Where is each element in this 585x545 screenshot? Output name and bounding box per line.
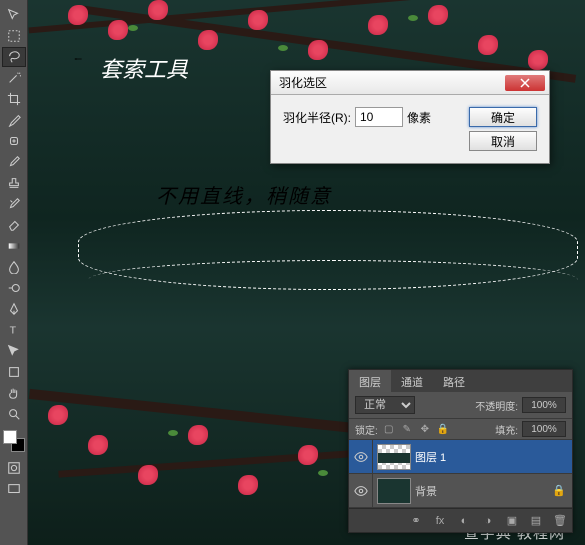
marquee-tool[interactable] [2, 26, 26, 46]
wand-tool[interactable] [2, 68, 26, 88]
tab-channels[interactable]: 通道 [391, 370, 433, 392]
lock-label: 锁定: [355, 422, 378, 437]
visibility-toggle[interactable] [349, 440, 373, 473]
instruction-text: 不用直线，稍随意 [156, 180, 332, 209]
panel-tabs: 图层 通道 路径 [349, 370, 572, 392]
layer-thumbnail[interactable] [377, 478, 411, 504]
panel-footer: ⚭ fx ◐ ◑ ▣ ▤ 🗑 [349, 508, 572, 532]
foreground-color[interactable] [3, 430, 17, 444]
lock-position-icon[interactable]: ✥ [418, 422, 432, 436]
layer-name: 背景 [415, 483, 437, 499]
cancel-button[interactable]: 取消 [469, 131, 537, 151]
type-tool[interactable]: T [2, 320, 26, 340]
dialog-title-text: 羽化选区 [279, 74, 327, 91]
tab-paths[interactable]: 路径 [433, 370, 475, 392]
layers-panel: 图层 通道 路径 正常 不透明度: 100% 锁定: ▢ ✎ ✥ 🔒 填充: 1… [348, 369, 573, 533]
stamp-tool[interactable] [2, 173, 26, 193]
blend-mode-select[interactable]: 正常 [355, 396, 415, 414]
healing-tool[interactable] [2, 131, 26, 151]
eraser-tool[interactable] [2, 215, 26, 235]
color-swatches[interactable] [3, 430, 25, 452]
opacity-value[interactable]: 100% [522, 397, 566, 413]
radius-unit: 像素 [407, 109, 431, 126]
lasso-tool[interactable] [2, 47, 26, 67]
tab-layers[interactable]: 图层 [349, 370, 391, 392]
tool-palette: T [0, 0, 28, 545]
dodge-tool[interactable] [2, 278, 26, 298]
layer-row[interactable]: 图层 1 [349, 440, 572, 474]
path-tool[interactable] [2, 341, 26, 361]
lock-pixels-icon[interactable]: ✎ [400, 422, 414, 436]
radius-input[interactable] [355, 107, 403, 127]
radius-label: 羽化半径(R): [283, 109, 351, 126]
fill-label: 填充: [495, 422, 518, 437]
fill-value[interactable]: 100% [522, 421, 566, 437]
dialog-titlebar[interactable]: 羽化选区 [271, 71, 549, 95]
feather-dialog: 羽化选区 羽化半径(R): 像素 确定 取消 [270, 70, 550, 164]
layer-row[interactable]: 背景 🔒 [349, 474, 572, 508]
history-brush-tool[interactable] [2, 194, 26, 214]
svg-text:T: T [10, 325, 17, 337]
eyedropper-tool[interactable] [2, 110, 26, 130]
lock-icon: 🔒 [552, 484, 566, 497]
group-icon[interactable]: ▣ [504, 513, 520, 529]
lasso-selection-marquee-2 [88, 260, 578, 300]
lasso-annotation-text: 套索工具 [100, 52, 188, 84]
arrow-annotation [56, 58, 100, 60]
trash-icon[interactable]: 🗑 [552, 513, 568, 529]
lock-all-icon[interactable]: 🔒 [436, 422, 450, 436]
ok-button[interactable]: 确定 [469, 107, 537, 127]
gradient-tool[interactable] [2, 236, 26, 256]
layer-thumbnail[interactable] [377, 444, 411, 470]
opacity-label: 不透明度: [475, 398, 518, 413]
layer-name: 图层 1 [415, 449, 446, 465]
fx-icon[interactable]: fx [432, 513, 448, 529]
blend-opacity-row: 正常 不透明度: 100% [349, 392, 572, 419]
mask-icon[interactable]: ◐ [456, 513, 472, 529]
crop-tool[interactable] [2, 89, 26, 109]
brush-tool[interactable] [2, 152, 26, 172]
new-layer-icon[interactable]: ▤ [528, 513, 544, 529]
pen-tool[interactable] [2, 299, 26, 319]
visibility-toggle[interactable] [349, 474, 373, 507]
quickmask-toggle[interactable] [2, 458, 26, 478]
lock-transparency-icon[interactable]: ▢ [382, 422, 396, 436]
zoom-tool[interactable] [2, 404, 26, 424]
screenmode-toggle[interactable] [2, 479, 26, 499]
shape-tool[interactable] [2, 362, 26, 382]
move-tool[interactable] [2, 5, 26, 25]
hand-tool[interactable] [2, 383, 26, 403]
lock-fill-row: 锁定: ▢ ✎ ✥ 🔒 填充: 100% [349, 419, 572, 440]
adjustment-icon[interactable]: ◑ [480, 513, 496, 529]
link-layers-icon[interactable]: ⚭ [408, 513, 424, 529]
dialog-body: 羽化半径(R): 像素 确定 取消 [271, 95, 549, 163]
close-button[interactable] [505, 75, 545, 91]
blur-tool[interactable] [2, 257, 26, 277]
